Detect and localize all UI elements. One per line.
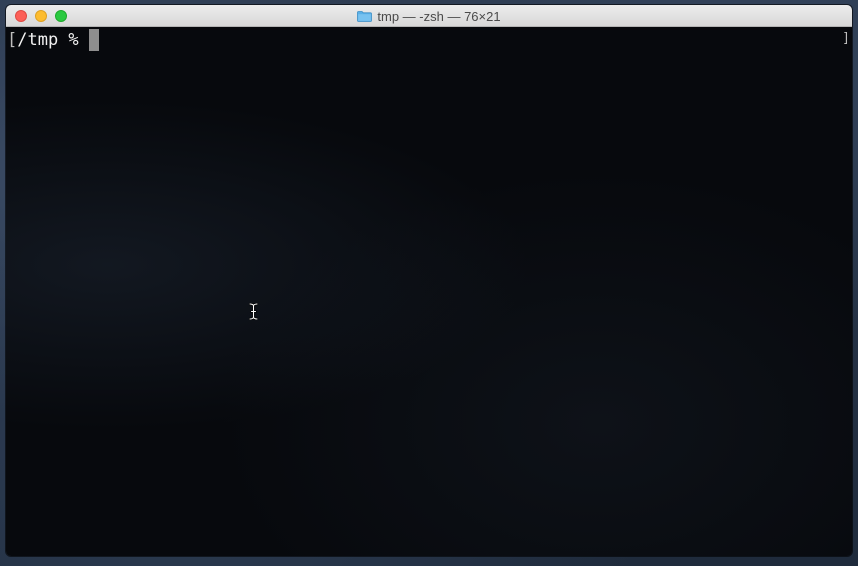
terminal-content[interactable]: [/tmp % ] xyxy=(6,27,852,556)
text-cursor-icon xyxy=(249,303,258,320)
terminal-cursor xyxy=(88,29,99,51)
desktop-background: tmp — -zsh — 76×21 [/tmp % ] xyxy=(0,0,858,566)
prompt-text: /tmp % xyxy=(17,30,79,50)
title-bar[interactable]: tmp — -zsh — 76×21 xyxy=(6,5,852,27)
folder-icon xyxy=(357,10,373,22)
window-title: tmp — -zsh — 76×21 xyxy=(377,8,501,24)
prompt-line: [/tmp % xyxy=(7,29,99,51)
prompt-right-bracket: ] xyxy=(842,31,850,46)
title-container: tmp — -zsh — 76×21 xyxy=(6,5,852,27)
prompt-left-bracket: [ xyxy=(7,30,18,50)
terminal-window[interactable]: tmp — -zsh — 76×21 [/tmp % ] xyxy=(6,5,852,556)
